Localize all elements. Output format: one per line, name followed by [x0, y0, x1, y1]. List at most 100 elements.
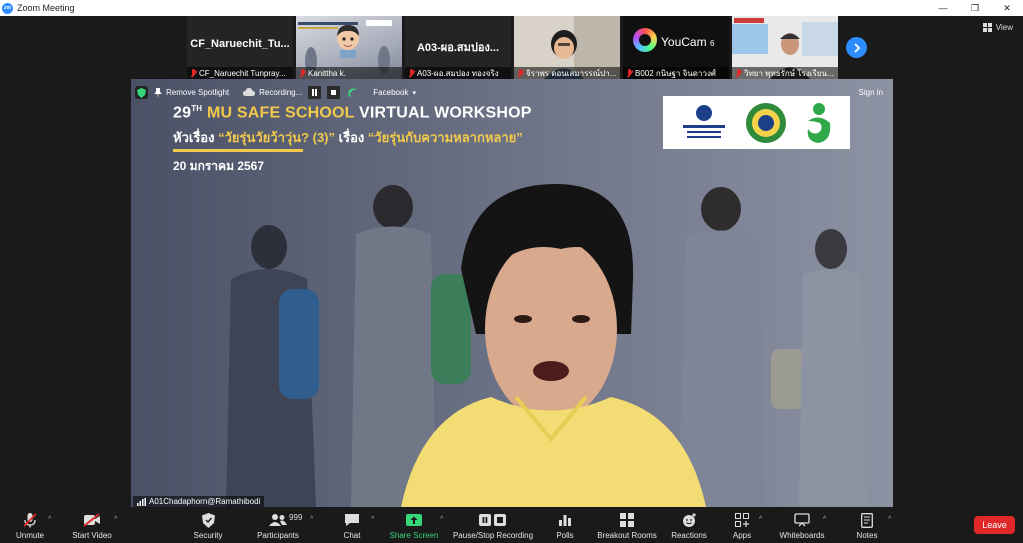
audio-options-caret[interactable]: ^	[48, 516, 51, 523]
share-options-caret[interactable]: ^	[440, 516, 443, 523]
pin-icon	[154, 87, 162, 98]
reactions-emoji-icon	[682, 512, 696, 527]
notes-label: Notes	[856, 531, 878, 540]
video-options-caret[interactable]: ^	[114, 516, 117, 523]
recording-indicator: Recording...	[243, 88, 302, 97]
close-icon[interactable]: ✕	[991, 0, 1023, 16]
sign-in-link[interactable]: Sign in	[859, 88, 883, 97]
spotlight-overlay-bar: Remove Spotlight Recording... Facebook ▾	[135, 85, 416, 100]
notes-options-caret[interactable]: ^	[888, 516, 891, 523]
chat-bubble-icon	[345, 514, 359, 526]
security-button[interactable]: Security	[168, 511, 248, 540]
participant-name-bar: Kanittha k.	[296, 67, 402, 79]
stop-recording-button[interactable]	[327, 86, 341, 99]
participant-name: CF_Naruechit Tunpray...	[199, 68, 286, 78]
participant-tile[interactable]: YouCam 6 B002 กนิษฐา จินดาวงศ์	[623, 16, 729, 79]
youcam-logo-icon	[633, 28, 657, 52]
youcam-text: YouCam	[661, 35, 707, 49]
leave-button[interactable]: Leave	[974, 516, 1015, 534]
microphone-muted-icon	[23, 513, 37, 528]
security-label: Security	[193, 531, 223, 540]
meeting-toolbar: Unmute ^ Start Video ^ Security Particip…	[0, 507, 1023, 543]
mic-muted-icon	[735, 68, 742, 78]
participant-big-name: CF_Naruechit_Tu...	[190, 38, 290, 50]
participant-tile[interactable]: จิราพร ดอนเสมารรณ์ปา...	[514, 16, 620, 79]
unmute-label: Unmute	[15, 531, 44, 540]
participant-name-bar: B002 กนิษฐา จินดาวงศ์	[623, 67, 729, 79]
pause-recording-button[interactable]	[308, 86, 322, 99]
signal-strength-icon	[137, 497, 146, 506]
chevron-right-icon	[853, 42, 860, 53]
breakout-rooms-icon	[620, 513, 634, 527]
apps-icon	[735, 513, 749, 527]
participants-label: Participants	[257, 531, 299, 540]
mic-muted-icon	[190, 68, 197, 78]
slide-underline	[173, 149, 303, 152]
facebook-live-dropdown[interactable]: Facebook ▾	[373, 88, 416, 97]
live-stream-icon	[348, 88, 357, 97]
zoom-logo-icon: zm	[2, 2, 13, 14]
share-screen-label: Share Screen	[389, 531, 439, 540]
video-off-icon	[83, 513, 100, 527]
whiteboards-label: Whiteboards	[779, 531, 825, 540]
youcam-version: 6	[709, 39, 715, 48]
pause-icon	[312, 89, 318, 96]
recording-label: Recording...	[259, 88, 303, 97]
participant-tile[interactable]: Kanittha k.	[296, 16, 402, 79]
participant-name-bar: A03-ผอ.สมปอง ทองจริง	[405, 67, 511, 79]
mahidol-logo-icon	[682, 104, 725, 138]
participant-name: จิราพร ดอนเสมารรณ์ปา...	[526, 68, 617, 78]
cloud-recording-icon	[243, 88, 256, 96]
start-video-button[interactable]: Start Video	[52, 511, 132, 540]
participant-tile[interactable]: CF_Naruechit_Tu... CF_Naruechit Tunpray.…	[187, 16, 293, 79]
participants-button[interactable]: Participants	[238, 511, 318, 540]
participant-name-bar: จิราพร ดอนเสมารรณ์ปา...	[514, 67, 620, 79]
slide-date: 20 มกราคม 2567	[173, 159, 265, 173]
apps-label: Apps	[732, 531, 752, 540]
participant-name-bar: วิทยา พุทธรักษ์ โรงเรียน...	[732, 67, 838, 79]
next-page-button[interactable]	[846, 37, 867, 58]
participant-name: Kanittha k.	[308, 68, 346, 78]
view-button[interactable]: View	[982, 23, 1013, 32]
minimize-icon[interactable]: —	[927, 0, 959, 16]
security-shield-icon	[201, 512, 215, 528]
window-title: Zoom Meeting	[17, 3, 75, 13]
institution-logos	[663, 96, 850, 149]
stop-icon	[331, 90, 337, 95]
pause-stop-recording-label: Pause/Stop Recording	[452, 531, 534, 540]
remove-spotlight-label: Remove Spotlight	[166, 88, 230, 97]
participant-name: A03-ผอ.สมปอง ทองจริง	[417, 68, 499, 78]
pause-stop-icon	[479, 514, 506, 526]
participant-name: B002 กนิษฐา จินดาวงศ์	[635, 68, 716, 78]
title-bar: zm Zoom Meeting — ❐ ✕	[0, 0, 1023, 16]
participants-icon	[269, 514, 287, 526]
grid-view-icon	[982, 23, 992, 32]
chevron-down-icon: ▾	[412, 89, 416, 97]
facebook-label: Facebook	[373, 88, 409, 97]
mic-muted-icon	[299, 68, 306, 78]
participant-name: วิทยา พุทธรักษ์ โรงเรียน...	[744, 68, 834, 78]
participant-tile[interactable]: A03-ผอ.สมปอง... A03-ผอ.สมปอง ทองจริง	[405, 16, 511, 79]
polls-chart-icon	[559, 515, 571, 526]
whiteboards-options-caret[interactable]: ^	[823, 516, 826, 523]
speaker-name-tag: A01Chadaphorn@Ramathibodi	[133, 496, 265, 507]
participants-count: 999	[289, 513, 303, 522]
spotlight-video[interactable]: Remove Spotlight Recording... Facebook ▾…	[131, 79, 893, 507]
remove-spotlight-button[interactable]: Remove Spotlight	[154, 87, 230, 98]
shield-icon	[135, 86, 148, 99]
polls-label: Polls	[556, 531, 574, 540]
maximize-icon[interactable]: ❐	[959, 0, 991, 16]
whiteboard-icon	[794, 513, 810, 527]
green-mascot-logo-icon	[807, 102, 831, 143]
slide-title: 29TH MU SAFE SCHOOL VIRTUAL WORKSHOP	[173, 104, 532, 122]
window-controls: — ❐ ✕	[927, 0, 1023, 16]
participant-name-bar: CF_Naruechit Tunpray...	[187, 67, 293, 79]
participant-tile[interactable]: วิทยา พุทธรักษ์ โรงเรียน...	[732, 16, 838, 79]
avatar-icon	[337, 25, 359, 58]
breakout-rooms-label: Breakout Rooms	[597, 531, 657, 540]
start-video-label: Start Video	[72, 531, 112, 540]
ramathibodi-seal-icon	[746, 102, 787, 143]
participant-big-name: A03-ผอ.สมปอง...	[416, 42, 500, 54]
notes-button[interactable]: Notes	[827, 511, 907, 540]
mic-muted-icon	[626, 68, 633, 78]
